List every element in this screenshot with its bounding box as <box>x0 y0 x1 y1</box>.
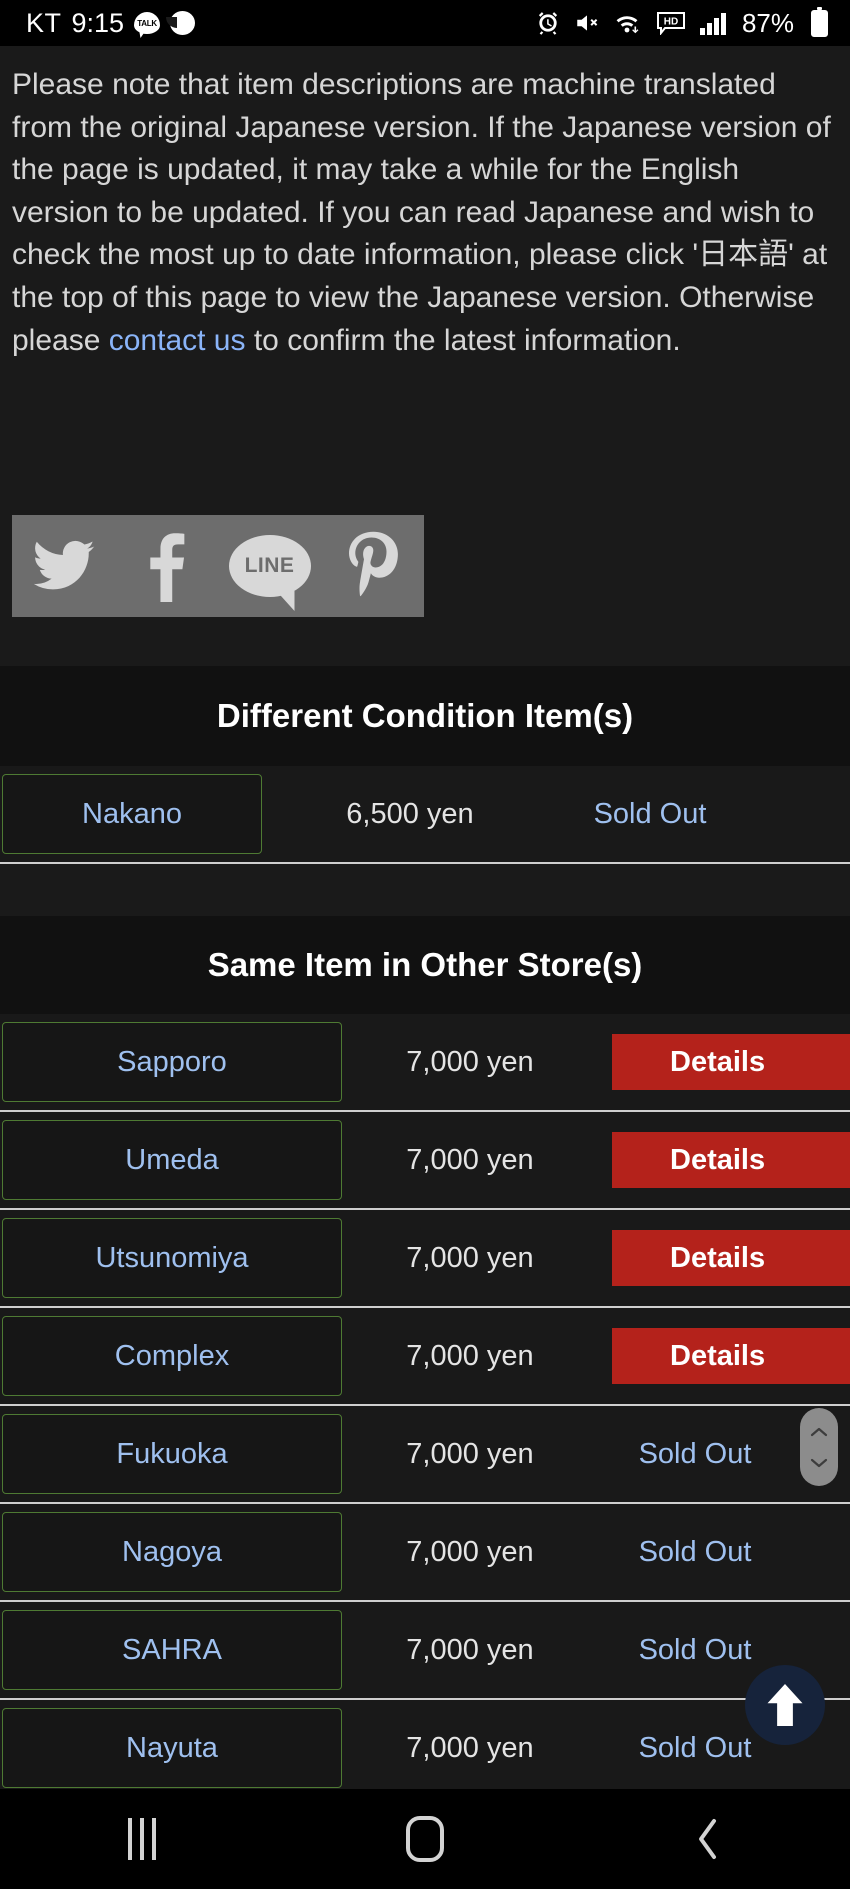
chevron-down-icon <box>809 1456 829 1470</box>
status-badge: Sold Out <box>638 1633 752 1666</box>
carrier-label: KT <box>26 7 62 38</box>
share-pinterest-button[interactable] <box>321 515 424 617</box>
details-button-label: Details <box>670 1339 766 1372</box>
store-name-label: Nagoya <box>122 1535 222 1568</box>
nav-back-button[interactable] <box>567 1789 850 1889</box>
battery-icon <box>811 6 828 37</box>
table-row[interactable]: Nagoya 7,000 yen Sold Out <box>0 1504 850 1602</box>
android-nav-bar <box>0 1789 850 1889</box>
status-bar-right: HD 87% <box>535 6 828 39</box>
store-link-fukuoka[interactable]: Fukuoka <box>2 1414 342 1494</box>
alarm-icon <box>535 10 561 36</box>
other-stores-heading: Same Item in Other Store(s) <box>0 916 850 1014</box>
arrow-up-icon <box>764 1682 806 1728</box>
notice-text-part1: Please note that item descriptions are m… <box>12 68 831 357</box>
status-badge: Sold Out <box>638 1437 752 1470</box>
kakaotalk-icon-label: TALK <box>137 18 157 28</box>
back-chevron-icon <box>693 1815 723 1863</box>
twitter-icon <box>25 533 103 599</box>
price-label: 7,000 yen <box>406 1437 534 1470</box>
nav-recents-button[interactable] <box>0 1789 283 1889</box>
table-row[interactable]: Fukuoka 7,000 yen Sold Out <box>0 1406 850 1504</box>
details-button[interactable]: Details <box>612 1132 850 1188</box>
home-icon <box>405 1816 444 1862</box>
scroll-to-top-button[interactable] <box>745 1665 825 1745</box>
details-button-label: Details <box>670 1143 766 1176</box>
store-link-sapporo[interactable]: Sapporo <box>2 1022 342 1102</box>
table-row[interactable]: SAHRA 7,000 yen Sold Out <box>0 1602 850 1700</box>
status-bar: KT 9:15 TALK HD 87% <box>0 0 850 46</box>
notice-text-part2: to confirm the latest information. <box>245 323 681 357</box>
line-icon: LINE <box>228 535 311 597</box>
machine-translation-notice: Please note that item descriptions are m… <box>0 46 850 363</box>
nav-home-button[interactable] <box>283 1789 566 1889</box>
spacer-between-sections <box>0 866 850 916</box>
share-twitter-button[interactable] <box>12 515 115 617</box>
signal-icon <box>699 10 727 36</box>
different-condition-heading: Different Condition Item(s) <box>0 666 850 766</box>
table-row[interactable]: Utsunomiya 7,000 yen Details <box>0 1210 850 1308</box>
price-label: 7,000 yen <box>406 1731 534 1764</box>
details-button-label: Details <box>670 1241 766 1274</box>
share-line-button[interactable]: LINE <box>218 515 321 617</box>
status-badge: Sold Out <box>593 797 707 830</box>
chevron-up-icon <box>809 1425 829 1439</box>
other-stores-list: Sapporo 7,000 yen Details Umeda 7,000 ye… <box>0 1014 850 1798</box>
battery-percent-label: 87% <box>741 7 794 38</box>
table-row[interactable]: Complex 7,000 yen Details <box>0 1308 850 1406</box>
line-icon-label: LINE <box>244 554 295 577</box>
table-row[interactable]: Nakano 6,500 yen Sold Out <box>0 766 850 864</box>
details-button-label: Details <box>670 1045 766 1078</box>
social-share-bar: LINE <box>12 515 424 617</box>
details-button[interactable]: Details <box>612 1230 850 1286</box>
kakao-channel-icon <box>166 11 196 35</box>
store-link-umeda[interactable]: Umeda <box>2 1120 342 1200</box>
different-condition-list: Nakano 6,500 yen Sold Out <box>0 766 850 864</box>
store-name-label: Complex <box>114 1339 230 1372</box>
kakaotalk-icon: TALK <box>134 12 161 34</box>
status-bar-left: KT 9:15 TALK <box>26 7 196 39</box>
price-label: 7,000 yen <box>406 1633 534 1666</box>
store-name-label: Umeda <box>125 1143 219 1176</box>
store-link-nagoya[interactable]: Nagoya <box>2 1512 342 1592</box>
svg-text:HD: HD <box>664 17 678 28</box>
store-name-label: Nakano <box>82 797 182 830</box>
price-label: 7,000 yen <box>406 1241 534 1274</box>
clock-label: 9:15 <box>71 7 125 38</box>
facebook-icon <box>143 530 191 602</box>
store-link-nakano[interactable]: Nakano <box>2 774 262 854</box>
mute-icon <box>574 10 600 36</box>
store-link-utsunomiya[interactable]: Utsunomiya <box>2 1218 342 1298</box>
status-badge: Sold Out <box>638 1535 752 1568</box>
table-row[interactable]: Nayuta 7,000 yen Sold Out <box>0 1700 850 1798</box>
store-name-label: Nayuta <box>126 1731 218 1764</box>
recents-icon <box>127 1818 156 1860</box>
price-label: 7,000 yen <box>406 1143 534 1176</box>
store-name-label: Sapporo <box>117 1045 227 1078</box>
contact-us-link[interactable]: contact us <box>109 324 246 357</box>
table-row[interactable]: Sapporo 7,000 yen Details <box>0 1014 850 1112</box>
hd-icon: HD <box>656 11 686 35</box>
spacer-after-share <box>0 617 850 666</box>
phone-screen: KT 9:15 TALK HD 87% Please note that ite… <box>0 0 850 1889</box>
store-name-label: Utsunomiya <box>95 1241 249 1274</box>
price-label: 7,000 yen <box>406 1045 534 1078</box>
store-link-nayuta[interactable]: Nayuta <box>2 1708 342 1788</box>
scrollbar-handle[interactable] <box>800 1408 838 1486</box>
store-link-sahra[interactable]: SAHRA <box>2 1610 342 1690</box>
wifi-icon <box>613 10 643 36</box>
details-button[interactable]: Details <box>612 1328 850 1384</box>
table-row[interactable]: Umeda 7,000 yen Details <box>0 1112 850 1210</box>
price-label: 7,000 yen <box>406 1535 534 1568</box>
store-name-label: SAHRA <box>122 1633 222 1666</box>
store-link-complex[interactable]: Complex <box>2 1316 342 1396</box>
share-facebook-button[interactable] <box>115 515 218 617</box>
store-name-label: Fukuoka <box>116 1437 228 1470</box>
pinterest-icon <box>343 530 403 602</box>
price-label: 7,000 yen <box>406 1339 534 1372</box>
price-label: 6,500 yen <box>346 797 474 830</box>
details-button[interactable]: Details <box>612 1034 850 1090</box>
